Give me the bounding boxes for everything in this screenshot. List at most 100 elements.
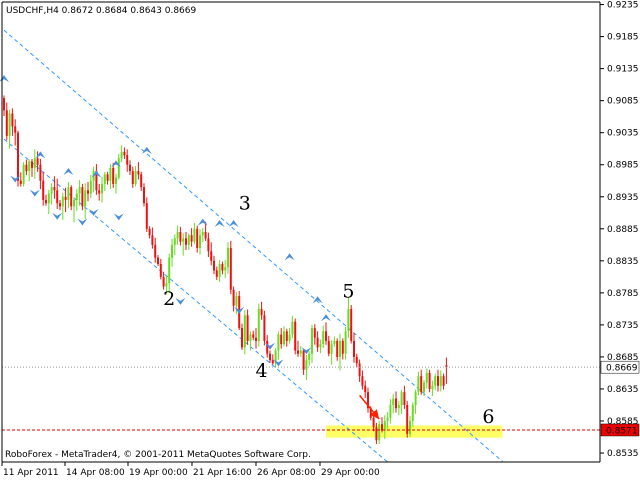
candle-body	[291, 321, 294, 335]
price-tick-label: 0.8535	[607, 449, 639, 459]
current-price-tag-text: 0.8669	[606, 364, 638, 374]
candle-body	[129, 164, 131, 172]
candle-body	[297, 350, 299, 354]
candle-body	[176, 232, 179, 239]
candle-body	[185, 238, 187, 245]
candle-body	[171, 244, 173, 258]
candle-body	[67, 187, 70, 200]
candle-body	[193, 228, 196, 242]
candle-body	[227, 248, 229, 268]
candle-body	[224, 267, 227, 271]
candle-body	[115, 177, 117, 184]
support-price-tag-text: 0.8571	[606, 426, 638, 436]
price-tick-label: 0.9035	[607, 129, 639, 139]
candle-body	[145, 203, 148, 229]
candle-body	[213, 260, 215, 271]
candle-body	[126, 155, 129, 165]
candle-body	[14, 126, 17, 133]
candle-body	[70, 187, 73, 207]
candle-body	[131, 171, 134, 184]
candle-body	[182, 238, 185, 242]
candle-body	[173, 238, 176, 245]
candle-body	[87, 190, 89, 194]
target-zone-layer	[326, 425, 503, 438]
candle-body	[154, 244, 157, 258]
candle-body	[322, 331, 325, 345]
candle-body	[75, 193, 78, 200]
candle-body	[285, 331, 288, 341]
candle-body	[241, 328, 243, 348]
price-tick-label: 0.9185	[607, 33, 639, 43]
price-tick-label: 0.9135	[607, 65, 639, 75]
candle-body	[101, 183, 103, 194]
candle-body	[319, 344, 322, 348]
price-chart[interactable]: 2 3 4 5 6 USDCHF,H4 0.8672 0.8684 0.8643 0.8…	[0, 0, 640, 480]
candle-body	[196, 228, 199, 249]
candle-body	[280, 334, 283, 345]
candle-body	[252, 334, 255, 338]
candle-body	[120, 151, 123, 159]
wave-label: 3	[239, 193, 251, 215]
candle-body	[31, 161, 33, 168]
time-tick-label: 11 Apr 2011	[3, 468, 59, 478]
candle-body	[47, 193, 50, 204]
candle-body	[59, 203, 61, 207]
candle-body	[411, 404, 414, 421]
candle-body	[78, 187, 81, 194]
candle-body	[5, 110, 8, 136]
candle-body	[42, 180, 45, 200]
candle-body	[157, 257, 159, 265]
price-tick-label: 0.8785	[607, 289, 639, 299]
candle-body	[325, 331, 327, 341]
candle-body	[134, 171, 137, 184]
candle-body	[417, 376, 420, 393]
price-tick-label: 0.8835	[607, 257, 639, 267]
candle-body	[112, 167, 115, 184]
candle-body	[190, 235, 193, 242]
wave-label: 4	[256, 360, 268, 382]
candle-body	[56, 190, 59, 204]
candle-body	[327, 340, 330, 354]
candle-body	[232, 289, 235, 306]
candle-body	[358, 363, 361, 377]
candle-body	[316, 337, 319, 348]
candle-body	[117, 158, 120, 178]
candle-body	[201, 232, 204, 236]
candle-body	[409, 420, 411, 434]
candle-body	[269, 353, 271, 361]
candle-body	[350, 308, 353, 341]
candle-body	[25, 164, 28, 172]
chart-window[interactable]: 2 3 4 5 6 USDCHF,H4 0.8672 0.8684 0.8643 0.8…	[0, 0, 640, 480]
candle-body	[260, 308, 263, 316]
candle-body	[45, 199, 47, 204]
candle-body	[361, 376, 364, 386]
candle-body	[17, 132, 19, 181]
candle-body	[165, 283, 168, 287]
candle-body	[339, 340, 341, 357]
candle-body	[341, 340, 344, 354]
price-tick-label: 0.8635	[607, 385, 639, 395]
candle-body	[137, 171, 140, 175]
candle-body	[308, 353, 311, 361]
candle-body	[106, 174, 109, 181]
candle-body	[355, 356, 358, 364]
candle-body	[98, 190, 101, 194]
candle-body	[89, 180, 92, 194]
candle-body	[148, 228, 151, 236]
candle-body	[288, 334, 291, 341]
candle-body	[257, 308, 260, 341]
candle-body	[3, 98, 5, 111]
candle-body	[420, 376, 423, 393]
candle-body	[434, 376, 437, 386]
candle-body	[39, 164, 42, 181]
candle-body	[187, 235, 190, 245]
candle-body	[389, 404, 392, 418]
candle-body	[294, 321, 297, 351]
candle-body	[221, 264, 224, 271]
candle-body	[431, 385, 434, 389]
candle-body	[414, 392, 417, 405]
target-zone	[326, 425, 503, 438]
candle-body	[383, 420, 386, 431]
candle-body	[330, 344, 333, 354]
candle-body	[162, 276, 165, 287]
